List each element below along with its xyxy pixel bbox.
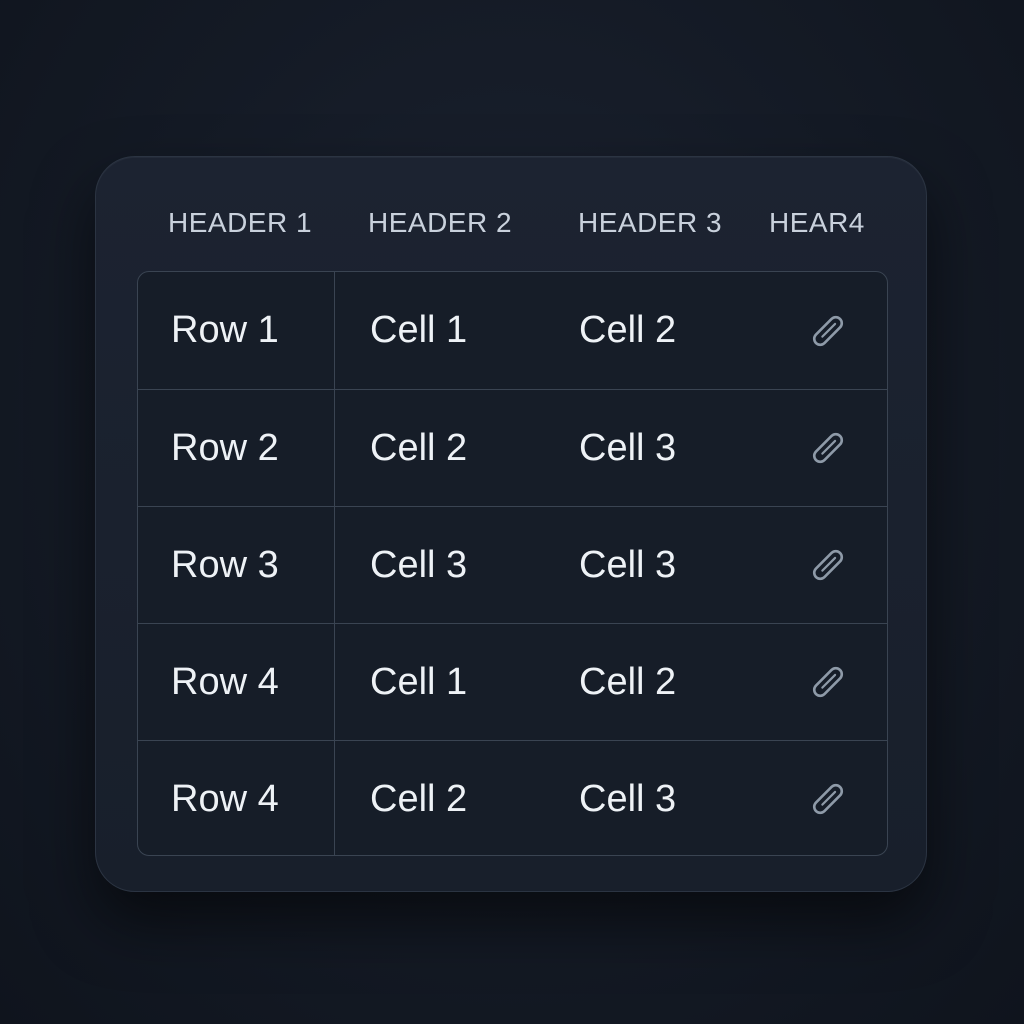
table-row[interactable]: Row 2 Cell 2 Cell 3: [138, 389, 887, 506]
table-cell: Cell 2: [579, 309, 677, 351]
paperclip-icon: [812, 315, 844, 346]
paperclip-icon: [812, 432, 844, 464]
row-label: Row 4: [171, 660, 279, 703]
row-label: Row 1: [171, 309, 279, 351]
attach-button[interactable]: [798, 652, 858, 712]
data-table: Row 1 Cell 1 Cell 2 Row 2 Cell 2 Cell 3: [137, 271, 888, 856]
column-header-2[interactable]: HEADER 2: [368, 207, 512, 239]
attach-button[interactable]: [798, 301, 858, 361]
paperclip-icon: [812, 783, 844, 815]
row-label: Row 2: [171, 426, 279, 469]
attach-button[interactable]: [798, 535, 858, 595]
table-cell: Cell 2: [370, 777, 468, 820]
attach-button[interactable]: [798, 769, 858, 829]
table-row[interactable]: Row 4 Cell 2 Cell 3: [138, 740, 887, 855]
table-cell: Cell 3: [579, 426, 677, 469]
attach-button[interactable]: [798, 418, 858, 478]
paperclip-icon: [812, 666, 844, 698]
column-header-1[interactable]: HEADER 1: [168, 207, 312, 239]
row-label: Row 3: [171, 543, 279, 586]
column-header-3[interactable]: HEADER 3: [578, 207, 722, 239]
row-label: Row 4: [171, 777, 279, 820]
table-cell: Cell 3: [370, 543, 468, 586]
column-header-4[interactable]: HEAR4: [769, 207, 865, 239]
table-cell: Cell 3: [579, 543, 677, 586]
table-row[interactable]: Row 4 Cell 1 Cell 2: [138, 623, 887, 740]
table-header-row: HEADER 1 HEADER 2 HEADER 3 HEAR4: [96, 157, 926, 273]
table-card: HEADER 1 HEADER 2 HEADER 3 HEAR4 Row 1 C…: [95, 156, 927, 892]
table-row[interactable]: Row 1 Cell 1 Cell 2: [138, 272, 887, 389]
table-cell: Cell 1: [370, 309, 468, 351]
paperclip-icon: [812, 549, 844, 581]
table-row[interactable]: Row 3 Cell 3 Cell 3: [138, 506, 887, 623]
table-cell: Cell 1: [370, 660, 468, 703]
table-cell: Cell 2: [579, 660, 677, 703]
table-cell: Cell 2: [370, 426, 468, 469]
table-cell: Cell 3: [579, 777, 677, 820]
